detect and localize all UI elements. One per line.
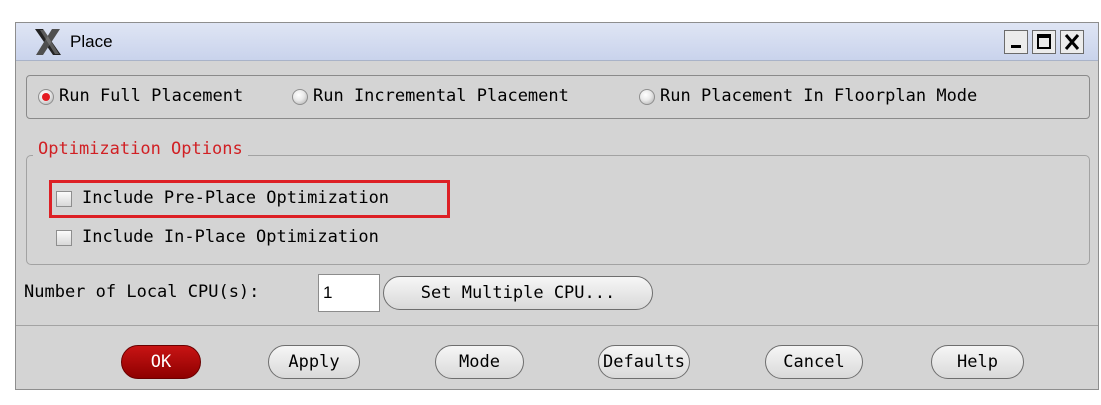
cancel-button[interactable]: Cancel [765,345,863,379]
pre-place-optimization-checkbox[interactable] [56,191,72,207]
maximize-icon [1037,34,1051,49]
run-placement-floorplan-radio[interactable] [639,89,655,105]
maximize-button[interactable] [1032,30,1056,54]
x-window-logo-icon [35,29,61,55]
run-incremental-placement-radio[interactable] [292,89,308,105]
pre-place-optimization-label: Include Pre-Place Optimization [82,188,390,208]
run-full-placement-label: Run Full Placement [59,86,244,106]
place-dialog: Place Run Full Placement Run Incremental… [15,22,1099,390]
mode-button[interactable]: Mode [435,345,524,379]
defaults-button[interactable]: Defaults [598,345,690,379]
run-incremental-placement-label: Run Incremental Placement [313,86,569,106]
help-button[interactable]: Help [931,345,1024,379]
close-button[interactable] [1060,30,1084,54]
minimize-icon [1011,45,1021,48]
title-bar[interactable]: Place [16,23,1098,61]
minimize-button[interactable] [1004,30,1028,54]
run-full-placement-radio[interactable] [38,89,54,105]
in-place-optimization-label: Include In-Place Optimization [82,227,379,247]
cpu-count-label: Number of Local CPU(s): [24,282,260,302]
cpu-count-input[interactable] [318,274,380,312]
window-title: Place [70,32,113,51]
apply-button[interactable]: Apply [268,345,360,379]
button-separator [16,325,1098,326]
ok-button[interactable]: OK [121,345,201,379]
set-multiple-cpu-button[interactable]: Set Multiple CPU... [383,276,653,310]
in-place-optimization-checkbox[interactable] [56,230,72,246]
close-icon [1064,34,1080,50]
run-placement-floorplan-label: Run Placement In Floorplan Mode [660,86,978,106]
optimization-options-title: Optimization Options [33,139,248,159]
